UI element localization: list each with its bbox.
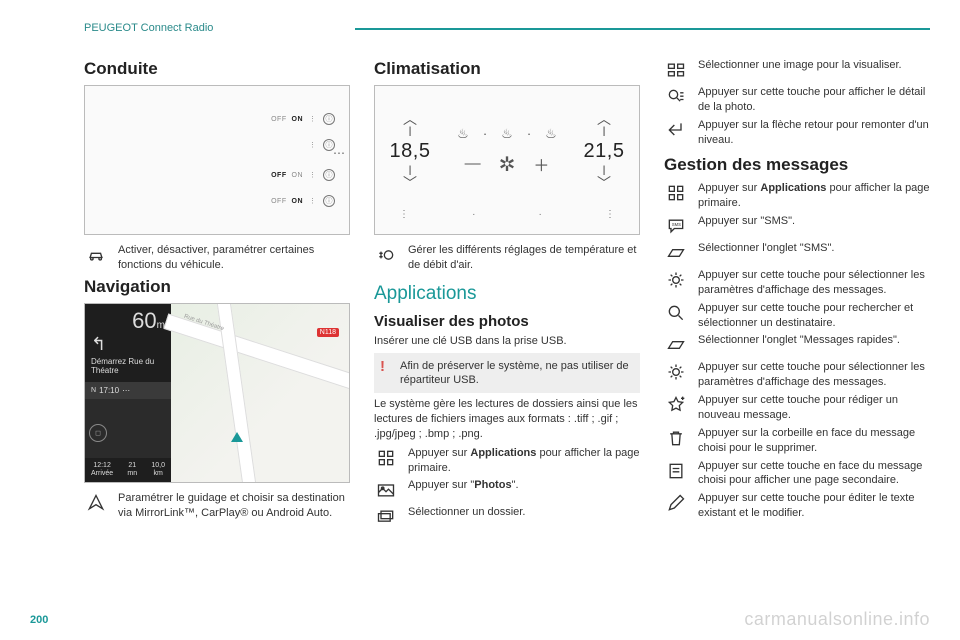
seat-icon: ♨ — [501, 126, 513, 142]
climatisation-desc: Gérer les différents réglages de tempéra… — [408, 243, 640, 273]
msg-step-tab-quick-row: Sélectionner l'onglet "Messages rapides"… — [664, 333, 930, 357]
chevron-up-icon: ︿ — [597, 112, 611, 126]
minus-icon: — — [465, 155, 481, 173]
conduite-desc-row: Activer, désactiver, paramétrer certaine… — [84, 243, 350, 273]
setting-row-2: ⋮ⓘ — [309, 134, 335, 156]
msg-step-apps-row: Appuyer sur Applications pour afficher l… — [664, 181, 930, 211]
conduite-screenshot: OFF ON ⋮ⓘ ⋮ⓘ OFF ON ⋮ⓘ OFF ON ⋮ⓘ ⋯ — [84, 85, 350, 235]
nav-arrow-icon — [84, 491, 108, 515]
plus-icon: ＋ — [533, 152, 549, 176]
navigation-desc: Paramétrer le guidage et choisir sa dest… — [118, 491, 350, 521]
column-3: Sélectionner une image pour la visualise… — [664, 55, 930, 532]
navigation-title: Navigation — [84, 277, 350, 297]
conduite-desc: Activer, désactiver, paramétrer certaine… — [118, 243, 350, 273]
sms-bubble-icon: SMS — [664, 214, 688, 238]
content-columns: Conduite OFF ON ⋮ⓘ ⋮ⓘ OFF ON ⋮ⓘ OFF ON ⋮… — [84, 55, 930, 532]
photos-formats: Le système gère les lectures de dossiers… — [374, 397, 640, 442]
map-area: Rue du Théatre N118 — [171, 304, 349, 482]
setting-row-1: OFF ON ⋮ⓘ — [271, 108, 335, 130]
chevron-up-icon: ︿ — [403, 112, 417, 126]
star-plus-icon — [664, 393, 688, 417]
msg-step-secondary-row: Appuyer sur cette touche en face du mess… — [664, 459, 930, 489]
right-temp-control: ︿ | 21,5 | ﹀ — [579, 112, 629, 190]
step-detail-row: Appuyer sur cette touche pour afficher l… — [664, 85, 930, 115]
messages-title: Gestion des messages — [664, 155, 930, 175]
warning-icon: ! — [380, 357, 385, 377]
trash-icon — [664, 426, 688, 450]
location-marker — [231, 432, 243, 442]
climate-icon — [374, 243, 398, 267]
msg-step-trash-row: Appuyer sur la corbeille en face du mess… — [664, 426, 930, 456]
applications-title: Applications — [374, 283, 640, 305]
step-apps-row: Appuyer sur Applications pour afficher l… — [374, 446, 640, 476]
climatisation-desc-row: Gérer les différents réglages de tempéra… — [374, 243, 640, 273]
photo-icon — [374, 478, 398, 502]
msg-step-tab-sms-row: Sélectionner l'onglet "SMS". — [664, 241, 930, 265]
nav-panel: 60m ↰ Démarrez Rue du Théatre N17:10⋯ ◻ … — [85, 304, 171, 482]
tab-icon — [664, 241, 688, 265]
search-icon — [664, 301, 688, 325]
left-temp-control: ︿ | 18,5 | ﹀ — [385, 112, 435, 190]
photos-title: Visualiser des photos — [374, 313, 640, 330]
back-arrow-icon — [664, 118, 688, 142]
apps-grid-icon — [374, 446, 398, 470]
navigation-screenshot: 60m ↰ Démarrez Rue du Théatre N17:10⋯ ◻ … — [84, 303, 350, 483]
column-2: Climatisation ︿ | 18,5 | ﹀ ♨· ♨· ♨ — [374, 55, 640, 532]
setting-row-4: OFF ON ⋮ⓘ — [271, 190, 335, 212]
more-icon: ⋯ — [333, 146, 345, 160]
step-photos-row: Appuyer sur "Photos". — [374, 478, 640, 502]
step-folder-row: Sélectionner un dossier. — [374, 505, 640, 529]
chevron-down-icon: ﹀ — [403, 176, 417, 190]
pencil-icon — [664, 491, 688, 515]
header-rule — [355, 28, 930, 30]
msg-step-search-row: Appuyer sur cette touche pour rechercher… — [664, 301, 930, 331]
thumbnails-icon — [664, 58, 688, 82]
tab-icon — [664, 333, 688, 357]
msg-step-params1-row: Appuyer sur cette touche pour sélectionn… — [664, 268, 930, 298]
page-icon — [664, 459, 688, 483]
navigation-desc-row: Paramétrer le guidage et choisir sa dest… — [84, 491, 350, 521]
page-number: 200 — [30, 614, 48, 626]
step-select-image-row: Sélectionner une image pour la visualise… — [664, 58, 930, 82]
conduite-title: Conduite — [84, 59, 350, 79]
photos-intro: Insérer une clé USB dans la prise USB. — [374, 334, 640, 349]
magnify-list-icon — [664, 85, 688, 109]
gear-icon — [664, 268, 688, 292]
msg-step-params2-row: Appuyer sur cette touche pour sélectionn… — [664, 360, 930, 390]
step-back-row: Appuyer sur la flèche retour pour remont… — [664, 118, 930, 148]
fan-icon: ✲ — [499, 152, 516, 177]
climatisation-screenshot: ︿ | 18,5 | ﹀ ♨· ♨· ♨ — ✲ ＋ — [374, 85, 640, 235]
watermark: carmanualsonline.info — [744, 609, 930, 630]
folder-stack-icon — [374, 505, 398, 529]
stop-icon: ◻ — [89, 424, 107, 442]
msg-step-new-row: Appuyer sur cette touche pour rédiger un… — [664, 393, 930, 423]
climatisation-title: Climatisation — [374, 59, 640, 79]
gear-icon — [664, 360, 688, 384]
msg-step-sms-row: SMS Appuyer sur "SMS". — [664, 214, 930, 238]
warning-box: ! Afin de préserver le système, ne pas u… — [374, 353, 640, 394]
setting-row-3: OFF ON ⋮ⓘ — [271, 164, 335, 186]
road-shield: N118 — [317, 328, 339, 337]
svg-text:SMS: SMS — [672, 222, 681, 227]
apps-grid-icon — [664, 181, 688, 205]
fan-control: — ✲ ＋ — [465, 152, 550, 177]
chevron-down-icon: ﹀ — [597, 176, 611, 190]
seat-icon: ♨ — [545, 126, 557, 142]
column-1: Conduite OFF ON ⋮ⓘ ⋮ⓘ OFF ON ⋮ⓘ OFF ON ⋮… — [84, 55, 350, 532]
airflow-icons: ♨· ♨· ♨ — [457, 126, 557, 142]
seat-icon: ♨ — [457, 126, 469, 142]
car-icon — [84, 243, 108, 267]
msg-step-edit-row: Appuyer sur cette touche pour éditer le … — [664, 491, 930, 521]
